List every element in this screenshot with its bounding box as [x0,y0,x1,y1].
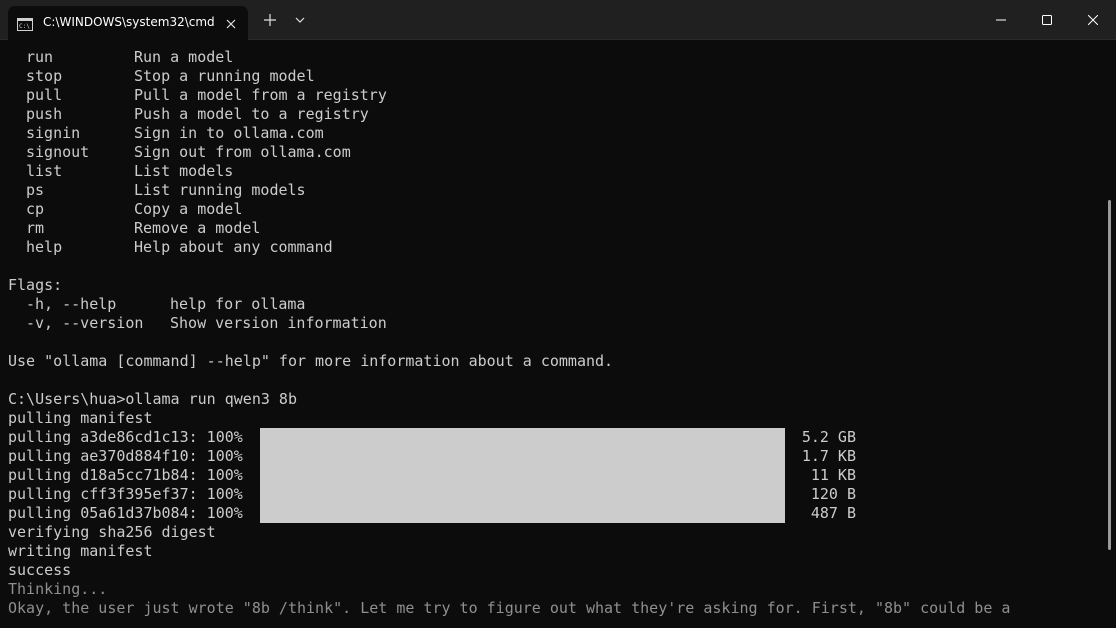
command-name: list [26,162,63,180]
chevron-down-icon[interactable] [292,12,308,28]
model-response: Okay, the user just wrote "8b /think". L… [8,599,1011,617]
command-name: push [26,105,63,123]
progress-bar [260,447,785,466]
progress-bar [260,466,785,485]
command-desc: Sign in to ollama.com [134,124,324,142]
tab-cmd[interactable]: C:\ C:\WINDOWS\system32\cmd.e [8,6,248,40]
pull-size: 11 KB [810,466,856,484]
command-desc: List models [134,162,234,180]
tab-title: C:\WINDOWS\system32\cmd.e [43,15,215,29]
title-bar: C:\ C:\WINDOWS\system32\cmd.e [0,0,1116,40]
command-desc: Help about any command [134,238,333,256]
pull-label: pulling cff3f395ef37: 100% [8,485,243,503]
pull-size: 120 B [810,485,856,503]
cmd-icon: C:\ [17,16,33,31]
maximize-button[interactable] [1024,0,1070,40]
command-name: rm [26,219,45,237]
progress-bar [260,485,785,504]
pull-size: 1.7 KB [801,447,856,465]
command-name: ps [26,181,45,199]
command-name: run [26,48,54,66]
scrollbar-thumb[interactable] [1108,200,1111,550]
usage-hint: Use "ollama [command] --help" for more i… [8,352,614,370]
command-desc: Sign out from ollama.com [134,143,351,161]
flag-desc: help for ollama [170,295,306,313]
flag-name: -h, --help [26,295,117,313]
command-desc: Stop a running model [134,67,315,85]
progress-bar [260,428,785,447]
status-line: pulling manifest [8,409,153,427]
flag-name: -v, --version [26,314,144,332]
command-name: cp [26,200,45,218]
status-line: writing manifest [8,542,153,560]
scrollbar[interactable] [1104,40,1116,628]
new-tab-icon[interactable] [262,12,278,28]
terminal-window: C:\ C:\WINDOWS\system32\cmd.e run Run a … [0,0,1116,628]
pull-size: 487 B [810,504,856,522]
prompt-line: C:\Users\hua>ollama run qwen3 8b [8,390,297,408]
pull-label: pulling a3de86cd1c13: 100% [8,428,243,446]
command-desc: Run a model [134,48,234,66]
status-line: success [8,561,72,579]
minimize-button[interactable] [978,0,1024,40]
command-desc: List running models [134,181,306,199]
command-desc: Push a model to a registry [134,105,369,123]
minimize-icon [996,19,1006,21]
command-name: help [26,238,63,256]
close-tab-icon[interactable] [224,16,238,30]
pull-label: pulling d18a5cc71b84: 100% [8,466,243,484]
maximize-icon [1042,15,1052,25]
command-name: pull [26,86,63,104]
progress-bar [260,504,785,523]
command-name: signin [26,124,81,142]
command-desc: Copy a model [134,200,243,218]
pull-label: pulling ae370d884f10: 100% [8,447,243,465]
close-button[interactable] [1070,0,1116,40]
command-desc: Pull a model from a registry [134,86,387,104]
pull-label: pulling 05a61d37b084: 100% [8,504,243,522]
command-desc: Remove a model [134,219,261,237]
command-name: signout [26,143,90,161]
flag-desc: Show version information [170,314,387,332]
flags-header: Flags: [8,276,63,294]
pull-size: 5.2 GB [801,428,856,446]
svg-text:C:\: C:\ [19,23,30,30]
status-line: verifying sha256 digest [8,523,216,541]
close-icon [1088,15,1098,25]
terminal-output[interactable]: run Run a model stop Stop a running mode… [0,40,1104,628]
command-name: stop [26,67,63,85]
thinking-line: Thinking... [8,580,108,598]
